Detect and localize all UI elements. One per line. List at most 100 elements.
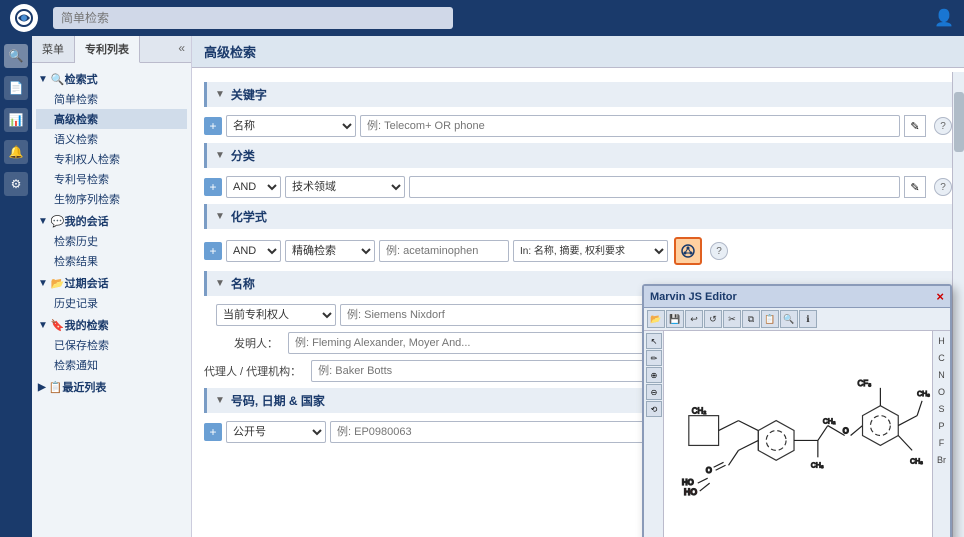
svg-text:O: O (843, 427, 849, 436)
sidebar-icon-settings[interactable]: ⚙ (4, 172, 28, 196)
keyword-edit-btn[interactable]: ✎ (904, 115, 926, 137)
marvin-rotate-tool[interactable]: ⟲ (646, 401, 662, 417)
arrow-icon-expired: ▼ (38, 278, 48, 289)
marvin-draw-tool[interactable]: ✏ (646, 350, 662, 366)
chemistry-collapse-btn[interactable]: ▼ (215, 211, 225, 222)
classification-collapse-btn[interactable]: ▼ (215, 150, 225, 161)
marvin-paste-btn[interactable]: 📋 (761, 310, 779, 328)
sidebar-icon-chart[interactable]: 📊 (4, 108, 28, 132)
tree-item-results[interactable]: 检索结果 (36, 251, 187, 271)
sidebar-icon-search[interactable]: 🔍 (4, 44, 28, 68)
classification-input[interactable] (409, 176, 900, 198)
tree-section-expired: ▼ 📂 过期会话 历史记录 (36, 273, 187, 313)
chemistry-input[interactable] (379, 240, 509, 262)
svg-text:HO: HO (682, 478, 694, 487)
top-search-input[interactable] (53, 7, 453, 29)
element-br[interactable]: Br (935, 452, 948, 468)
marvin-left-tools: ↖ ✏ ⊕ ⊖ ⟲ (644, 331, 664, 537)
keyword-add-btn[interactable]: + (204, 117, 222, 135)
keyword-field-select[interactable]: 名称 (226, 115, 356, 137)
keyword-help-btn[interactable]: ? (934, 117, 952, 135)
svg-text:CH₃: CH₃ (917, 391, 930, 398)
marvin-titlebar: Marvin JS Editor × (644, 286, 950, 308)
tree-section-header-recent[interactable]: ▶ 📋 最近列表 (36, 377, 187, 397)
tree-item-history-log[interactable]: 历史记录 (36, 293, 187, 313)
marvin-canvas[interactable]: CH₂ (664, 331, 932, 537)
marvin-toolbar: 📂 💾 ↩ ↺ ✂ ⧉ 📋 🔍 ℹ (644, 308, 950, 331)
tree-item-history[interactable]: 检索历史 (36, 231, 187, 251)
tree-icon-recent: 📋 (49, 381, 63, 394)
chemistry-operator-select[interactable]: ANDORNOT (226, 240, 281, 262)
chemistry-add-btn[interactable]: + (204, 242, 222, 260)
chemistry-row: + ANDORNOT 精确检索相似检索子结构检索 In: 名称, 摘要, 权利要… (204, 237, 952, 265)
classification-edit-btn[interactable]: ✎ (904, 176, 926, 198)
panel-collapse-btn[interactable]: « (172, 36, 191, 62)
tree-item-advanced-search[interactable]: 高级检索 (36, 109, 187, 129)
tree-section-label-expired: 过期会话 (65, 275, 109, 291)
panel-header: 高级检索 (192, 36, 964, 68)
tree-item-semantic-search[interactable]: 语义检索 (36, 129, 187, 149)
marvin-cut-btn[interactable]: ✂ (723, 310, 741, 328)
marvin-copy-btn[interactable]: ⧉ (742, 310, 760, 328)
marvin-undo-btn[interactable]: ↩ (685, 310, 703, 328)
element-n[interactable]: N (935, 367, 948, 383)
top-search-bar[interactable] (53, 7, 453, 29)
marvin-editor-popup: Marvin JS Editor × 📂 💾 ↩ ↺ ✂ ⧉ 📋 🔍 ℹ (642, 284, 952, 537)
scrollbar-thumb[interactable] (954, 92, 964, 152)
tree-section-label-sessions: 我的会话 (65, 213, 109, 229)
pubnum-add-btn[interactable]: + (204, 423, 222, 441)
chemistry-in-select[interactable]: In: 名称, 摘要, 权利要求 (513, 240, 668, 262)
marvin-body: ↖ ✏ ⊕ ⊖ ⟲ (644, 331, 950, 537)
tree-item-sequence-search[interactable]: 生物序列检索 (36, 189, 187, 209)
element-p[interactable]: P (935, 418, 948, 434)
tree-section-header-expired[interactable]: ▼ 📂 过期会话 (36, 273, 187, 293)
chemistry-section-title: 化学式 (231, 208, 267, 225)
sidebar-icon-bell[interactable]: 🔔 (4, 140, 28, 164)
tree-item-assignee-search[interactable]: 专利权人检索 (36, 149, 187, 169)
assignee-type-select[interactable]: 当前专利权人原始专利权人所有专利权人 (216, 304, 336, 326)
element-c[interactable]: C (935, 350, 948, 366)
name-collapse-btn[interactable]: ▼ (215, 278, 225, 289)
marvin-add-tool[interactable]: ⊕ (646, 367, 662, 383)
element-o[interactable]: O (935, 384, 948, 400)
app-logo[interactable] (10, 4, 38, 32)
classification-add-btn[interactable]: + (204, 178, 222, 196)
svg-text:CH₂: CH₂ (823, 419, 836, 426)
classification-field-select[interactable]: 技术领域 (285, 176, 405, 198)
keyword-input[interactable] (360, 115, 900, 137)
tree-section-header-sessions[interactable]: ▼ 💬 我的会话 (36, 211, 187, 231)
tree-section-header-query[interactable]: ▼ 🔍 检索式 (36, 69, 187, 89)
marvin-select-tool[interactable]: ↖ (646, 333, 662, 349)
tree-item-simple-search[interactable]: 简单检索 (36, 89, 187, 109)
marvin-info-btn[interactable]: ℹ (799, 310, 817, 328)
classification-row: + ANDORNOT 技术领域 ✎ ? (204, 176, 952, 198)
structure-editor-btn[interactable] (674, 237, 702, 265)
element-h[interactable]: H (935, 333, 948, 349)
classification-operator-select[interactable]: ANDORNOT (226, 176, 281, 198)
chemistry-help-btn[interactable]: ? (710, 242, 728, 260)
marvin-remove-tool[interactable]: ⊖ (646, 384, 662, 400)
marvin-zoomin-btn[interactable]: 🔍 (780, 310, 798, 328)
classification-help-btn[interactable]: ? (934, 178, 952, 196)
keyword-collapse-btn[interactable]: ▼ (215, 89, 225, 100)
tab-menu[interactable]: 菜单 (32, 36, 75, 62)
scrollbar-track[interactable] (952, 72, 964, 537)
marvin-close-btn[interactable]: × (936, 289, 944, 304)
chemistry-type-select[interactable]: 精确检索相似检索子结构检索 (285, 240, 375, 262)
marvin-save-btn[interactable]: 💾 (666, 310, 684, 328)
tree-section-header-mysearches[interactable]: ▼ 🔖 我的检索 (36, 315, 187, 335)
tree-item-saved-search[interactable]: 已保存检索 (36, 335, 187, 355)
tab-patent-list[interactable]: 专利列表 (75, 36, 140, 63)
number-collapse-btn[interactable]: ▼ (215, 395, 225, 406)
element-f[interactable]: F (935, 435, 948, 451)
user-icon[interactable]: 👤 (934, 8, 954, 28)
tree-item-search-alerts[interactable]: 检索通知 (36, 355, 187, 375)
pubnum-type-select[interactable]: 公开号申请号优先权号 (226, 421, 326, 443)
tree-section-sessions: ▼ 💬 我的会话 检索历史 检索结果 (36, 211, 187, 271)
marvin-redo-btn[interactable]: ↺ (704, 310, 722, 328)
tree-section-label-recent: 最近列表 (62, 379, 106, 395)
element-s[interactable]: S (935, 401, 948, 417)
marvin-open-btn[interactable]: 📂 (647, 310, 665, 328)
sidebar-icon-doc[interactable]: 📄 (4, 76, 28, 100)
tree-item-number-search[interactable]: 专利号检索 (36, 169, 187, 189)
